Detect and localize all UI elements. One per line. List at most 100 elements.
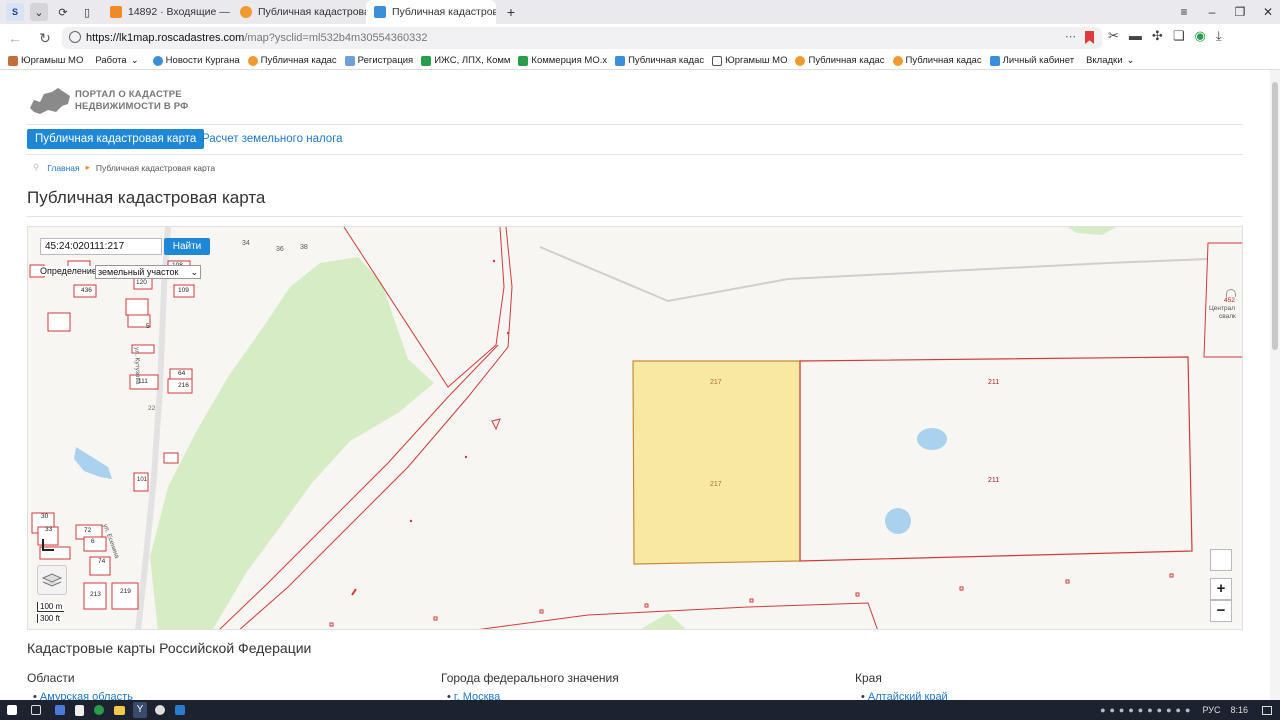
- bookmark-item[interactable]: Публичная кадас: [795, 55, 885, 66]
- profile-icon[interactable]: S: [6, 3, 24, 21]
- app-icon[interactable]: [94, 705, 104, 715]
- scale-meters: 100 m: [37, 602, 65, 612]
- cadastre-favicon: [240, 6, 252, 18]
- map-label: 72: [84, 527, 92, 534]
- bookmark-item[interactable]: Новости Кургана: [152, 55, 240, 66]
- bookmark-item[interactable]: Личный кабинет: [989, 55, 1075, 66]
- breadcrumb-home[interactable]: Главная: [47, 163, 79, 173]
- menu-icon[interactable]: ≡: [1170, 5, 1198, 19]
- restore-icon[interactable]: ❐: [1226, 5, 1254, 19]
- extensions-icon[interactable]: ✣: [1152, 28, 1163, 44]
- region-link[interactable]: • Амурская область: [33, 691, 133, 700]
- site-logo[interactable]: ПОРТАЛ О КАДАСТРЕ НЕДВИЖИМОСТИ В РФ: [75, 89, 189, 113]
- more-icon[interactable]: ⋯: [1065, 30, 1076, 43]
- tab-mail[interactable]: 14892 · Входящие — Янд: [102, 0, 232, 24]
- task-view-icon[interactable]: [31, 705, 41, 715]
- cadastral-number-input[interactable]: 45:24:020111:217: [40, 238, 162, 255]
- definition-value: земельный участок: [98, 267, 179, 277]
- window-controls: ≡ – ❐ ✕: [1170, 0, 1280, 24]
- map-label: 120: [136, 279, 147, 286]
- keyboard-language[interactable]: РУС: [1202, 705, 1220, 715]
- url-field[interactable]: https://lk1map.roscadastres.com/map?yscl…: [62, 27, 1102, 49]
- download-icon[interactable]: ⤓: [1216, 28, 1222, 44]
- bookmark-item[interactable]: ИЖС, ЛПХ, Комм: [421, 55, 510, 66]
- map-label: 38: [300, 244, 308, 251]
- bookmark-item[interactable]: Публичная кадас: [615, 55, 704, 66]
- forest-area: [1068, 227, 1116, 235]
- chevron-down-icon: ⌄: [130, 55, 139, 66]
- city-link[interactable]: • г. Москва: [447, 691, 500, 700]
- clock[interactable]: 8:16: [1230, 705, 1248, 715]
- bookmark-label: Публичная кадас: [808, 55, 885, 66]
- reader-icon[interactable]: ▬: [1129, 28, 1142, 44]
- poi-label: Централ: [1209, 305, 1236, 312]
- notifications-icon[interactable]: [1262, 705, 1272, 715]
- map-label: 5: [146, 323, 150, 330]
- nav-public-map[interactable]: Публичная кадастровая карта: [27, 129, 205, 149]
- road: [539, 246, 1209, 303]
- bookmark-item[interactable]: Публичная кадас: [247, 55, 337, 66]
- measure-tool-icon[interactable]: [42, 539, 54, 551]
- collections-icon[interactable]: ❏: [1173, 28, 1185, 44]
- tray-icons[interactable]: ●●●●●●●●●●: [1100, 705, 1194, 715]
- system-tray: ●●●●●●●●●● РУС 8:16: [1100, 700, 1272, 720]
- tab-label: 14892 · Входящие — Янд: [128, 6, 232, 18]
- tab-list-chevron-icon[interactable]: ⌄: [30, 3, 48, 21]
- russia-map-logo-icon[interactable]: [28, 86, 72, 116]
- krai-link[interactable]: • Алтайский край: [861, 691, 948, 700]
- layers-button[interactable]: [37, 565, 67, 595]
- fullscreen-button[interactable]: [1210, 549, 1232, 571]
- section-title: Кадастровые карты Российской Федерации: [27, 640, 312, 656]
- water-body: [74, 447, 112, 479]
- bookmark-item[interactable]: Юргамыш МО: [712, 55, 787, 66]
- page-scrollbar[interactable]: [1270, 70, 1280, 700]
- bookmark-folder[interactable]: Вкладки ⌄: [1086, 55, 1134, 66]
- url-host: https://lk1map.roscadastres.com: [86, 32, 245, 44]
- site-info-icon[interactable]: [69, 31, 81, 43]
- bookmark-item[interactable]: Юргамыш МО: [8, 55, 83, 66]
- parcel-211[interactable]: [799, 356, 1193, 562]
- tab-cadastre-active[interactable]: Публичная кадастрова ✕: [366, 0, 496, 24]
- bookmark-item[interactable]: Коммерция МО.х: [518, 55, 607, 66]
- column-title-cities: Города федерального значения: [441, 671, 619, 685]
- zoom-out-button[interactable]: −: [1210, 600, 1232, 622]
- new-tab-icon[interactable]: +: [502, 3, 520, 21]
- app-icon[interactable]: [175, 705, 185, 715]
- marker: [351, 588, 357, 596]
- tab-label: Публичная кадастровая: [258, 6, 366, 18]
- zoom-in-button[interactable]: +: [1210, 578, 1232, 600]
- explorer-icon[interactable]: [114, 705, 125, 715]
- page-icon[interactable]: ▯: [78, 3, 96, 21]
- selected-parcel[interactable]: [632, 360, 801, 565]
- close-window-icon[interactable]: ✕: [1254, 5, 1280, 19]
- definition-select[interactable]: земельный участок ⌄: [95, 265, 201, 279]
- back-icon[interactable]: ←: [4, 27, 26, 49]
- bookmark-item[interactable]: Публичная кадас: [892, 55, 982, 66]
- reload-tab-icon[interactable]: ⟳: [54, 3, 72, 21]
- app-icon[interactable]: [155, 705, 165, 715]
- bookmark-folder[interactable]: Работа ⌄: [95, 55, 138, 66]
- parcel-label: 211: [988, 477, 1000, 484]
- scroll-thumb[interactable]: [1272, 82, 1278, 350]
- nav-land-tax[interactable]: Расчет земельного налога: [202, 129, 343, 149]
- logo-line-2: НЕДВИЖИМОСТИ В РФ: [75, 101, 189, 112]
- parcel-boundary: [1203, 242, 1242, 358]
- bookmark-label: Личный кабинет: [1002, 55, 1075, 66]
- refresh-icon[interactable]: ↻: [34, 27, 56, 49]
- minimize-icon[interactable]: –: [1198, 5, 1226, 19]
- notepad-icon[interactable]: [75, 704, 84, 716]
- bookmark-icon[interactable]: [1085, 31, 1094, 44]
- tools-icon[interactable]: ✂: [1108, 28, 1119, 44]
- app-icon[interactable]: [55, 705, 65, 715]
- find-button[interactable]: Найти: [164, 238, 210, 255]
- bookmark-label: Новости Кургана: [165, 55, 240, 66]
- browser-icon[interactable]: Y: [133, 702, 147, 718]
- cadastral-map[interactable]: 217 217 211 211 34 36 38 108 436 120 109…: [27, 226, 1243, 630]
- vpn-icon[interactable]: ◉: [1194, 28, 1205, 44]
- map-canvas[interactable]: [28, 227, 1243, 630]
- map-label: 6: [91, 538, 95, 545]
- tab-cadastre-1[interactable]: Публичная кадастровая: [232, 0, 366, 24]
- chevron-down-icon: ⌄: [1126, 55, 1135, 66]
- start-icon[interactable]: [7, 705, 17, 715]
- bookmark-item[interactable]: Регистрация: [344, 55, 413, 66]
